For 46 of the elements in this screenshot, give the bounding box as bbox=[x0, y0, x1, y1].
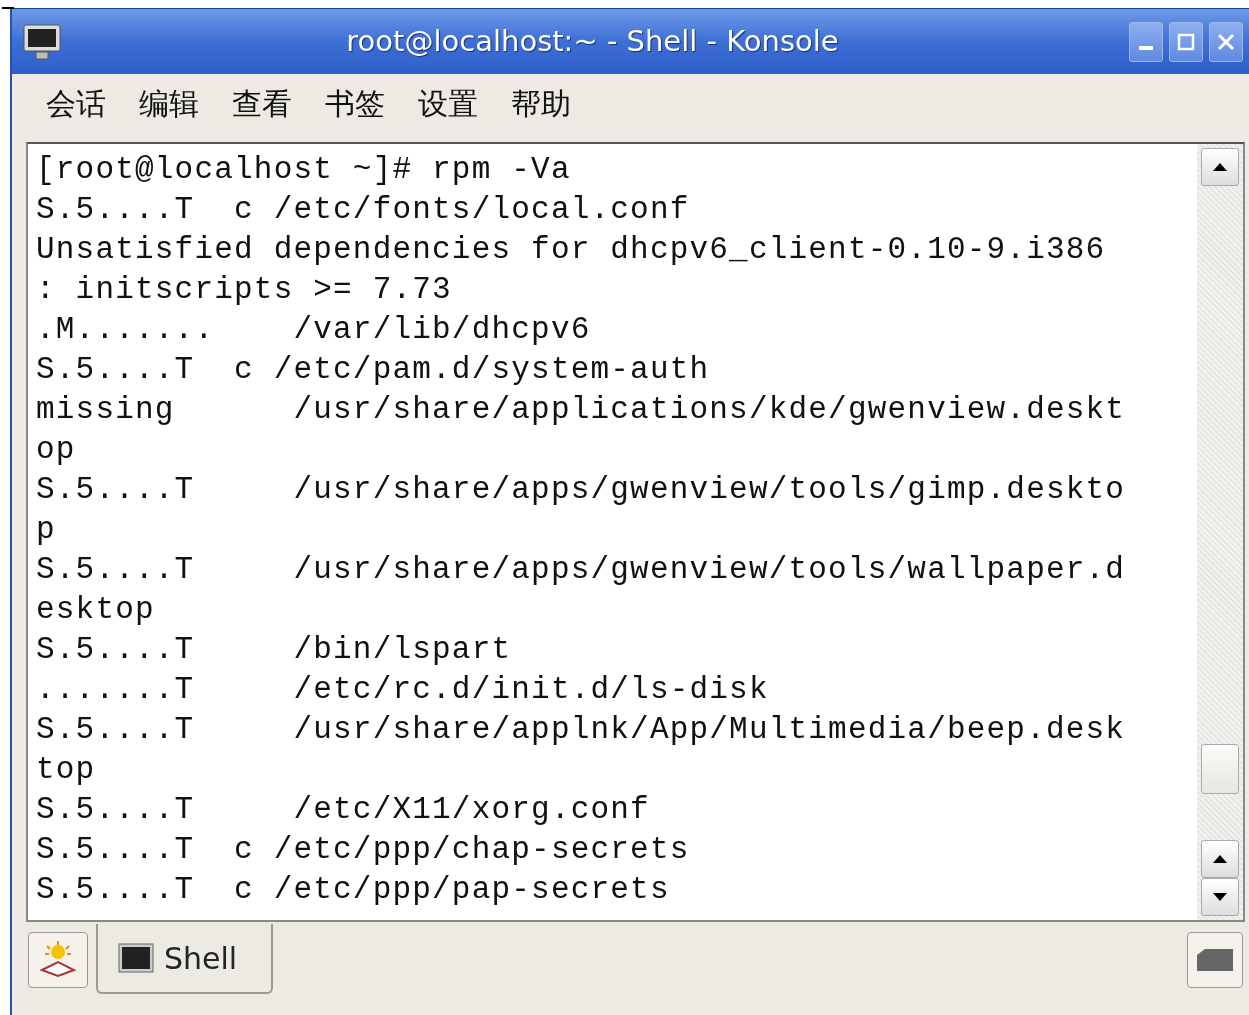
terminal-line: S.5....T /etc/X11/xorg.conf bbox=[36, 791, 651, 829]
scrollbar-thumb[interactable] bbox=[1201, 744, 1239, 794]
terminal-line: S.5....T c /etc/ppp/chap-secrets bbox=[36, 831, 691, 869]
terminal-line: .......T /etc/rc.d/init.d/ls-disk bbox=[36, 671, 770, 709]
terminal-line: p bbox=[36, 511, 57, 549]
minimize-icon bbox=[1139, 45, 1153, 50]
close-icon bbox=[1217, 32, 1235, 51]
terminal-line: esktop bbox=[36, 591, 156, 629]
scroll-up-button[interactable] bbox=[1201, 840, 1239, 878]
menu-item[interactable]: 帮助 bbox=[497, 80, 590, 126]
menu-item[interactable]: 编辑 bbox=[125, 80, 218, 126]
maximize-icon bbox=[1177, 32, 1195, 51]
down-arrow-icon bbox=[1212, 892, 1228, 902]
terminal-line: missing /usr/share/applications/kde/gwenview.deskt bbox=[36, 391, 1127, 429]
sun-icon bbox=[38, 940, 78, 980]
menu-item[interactable]: 设置 bbox=[404, 80, 497, 126]
window-title: root@localhost:~ - Shell - Konsole bbox=[345, 22, 840, 60]
monitor-icon bbox=[22, 22, 62, 61]
terminal-line: S.5....T /usr/share/apps/gwenview/tools/gimp.deskto bbox=[36, 471, 1127, 509]
menu-item[interactable]: 查看 bbox=[218, 80, 311, 126]
terminal-line: S.5....T /usr/share/apps/gwenview/tools/wallpaper.d bbox=[36, 551, 1127, 589]
scroll-down-button[interactable] bbox=[1201, 878, 1239, 916]
up-arrow-icon bbox=[1212, 854, 1228, 864]
scrollbar[interactable] bbox=[1197, 144, 1243, 920]
terminal-line: S.5....T c /etc/pam.d/system-auth bbox=[36, 351, 711, 389]
terminal-line: S.5....T c /etc/ppp/pap-secrets bbox=[36, 871, 671, 909]
menu-item[interactable]: 会话 bbox=[32, 80, 125, 126]
terminal-line: op bbox=[36, 431, 77, 469]
close-session-button[interactable] bbox=[1187, 932, 1243, 988]
terminal-icon bbox=[118, 943, 154, 973]
terminal-line: [root@localhost ~]# rpm -Va bbox=[36, 151, 572, 189]
terminal-line: .M....... /var/lib/dhcpv6 bbox=[36, 311, 592, 349]
terminal-line: S.5....T /bin/lspart bbox=[36, 631, 513, 669]
terminal-line: top bbox=[36, 751, 97, 789]
minimize-button[interactable] bbox=[1129, 21, 1163, 62]
terminal-line: Unsatisfied dependencies for dhcpv6_client-0.10-9.i386 bbox=[36, 231, 1107, 269]
menu-item[interactable]: 书签 bbox=[311, 80, 404, 126]
new-session-button[interactable] bbox=[28, 932, 88, 988]
session-tab[interactable]: Shell bbox=[96, 924, 274, 994]
close-button[interactable] bbox=[1209, 21, 1243, 62]
maximize-button[interactable] bbox=[1169, 21, 1203, 62]
up-arrow-icon bbox=[1212, 162, 1228, 172]
scroll-up-button[interactable] bbox=[1201, 148, 1239, 186]
terminal-line: S.5....T c /etc/fonts/local.conf bbox=[36, 191, 691, 229]
terminal-line: : initscripts >= 7.73 bbox=[36, 271, 453, 309]
terminal-line: S.5....T /usr/share/applnk/App/Multimedia/beep.desk bbox=[36, 711, 1127, 749]
